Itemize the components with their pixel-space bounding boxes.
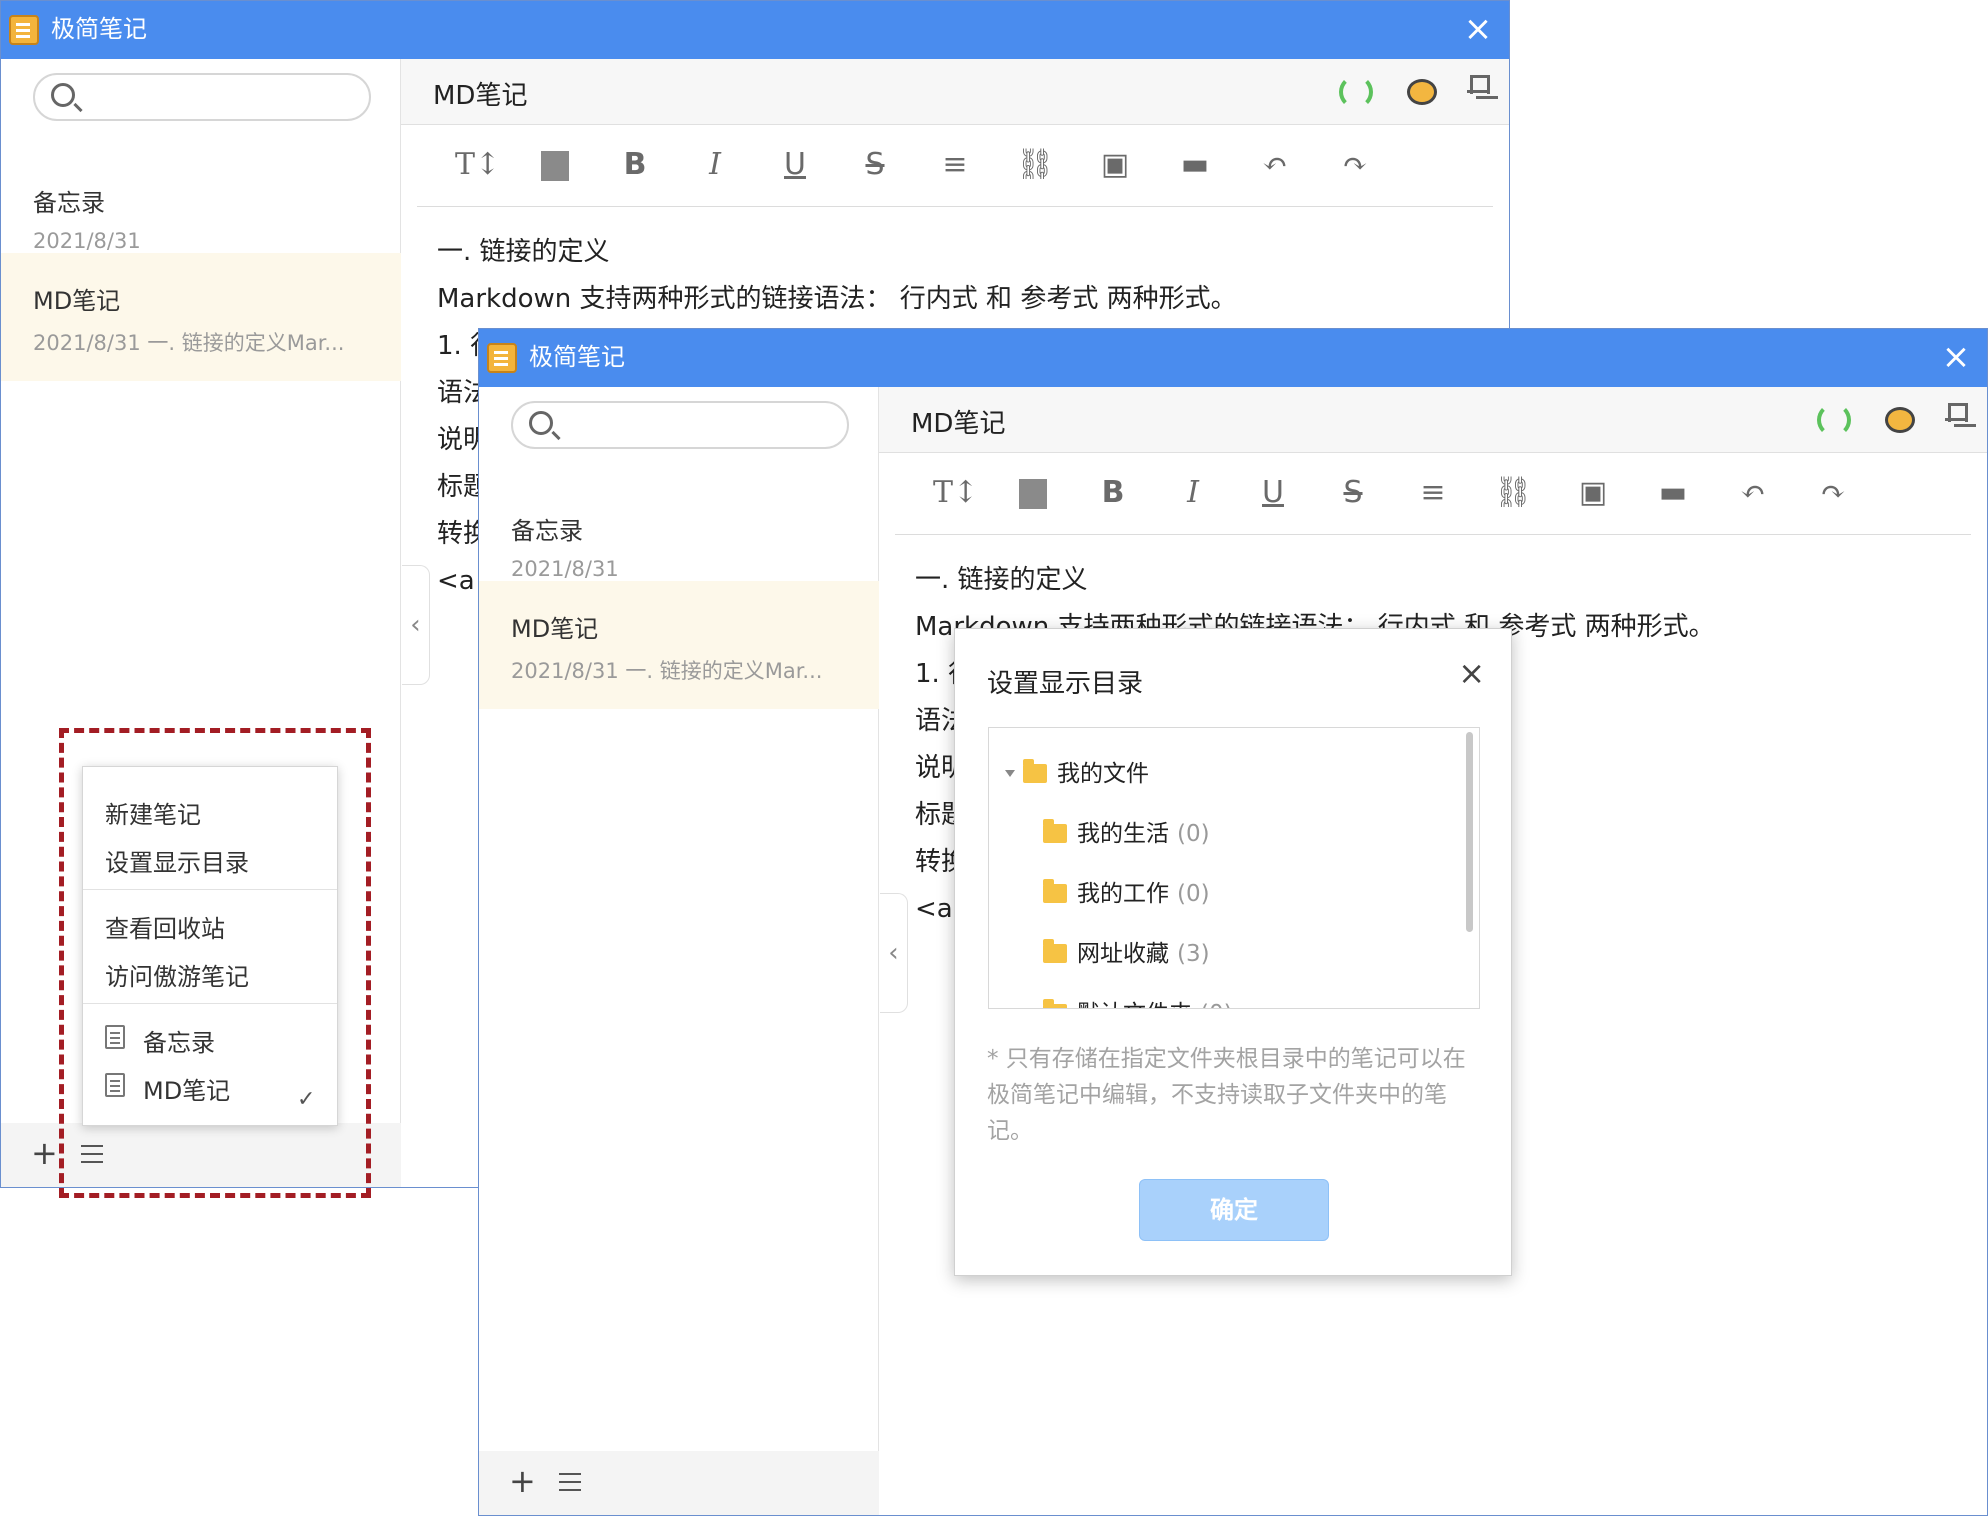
content-line: 一. 链接的定义 xyxy=(437,237,610,267)
undo-icon[interactable]: ↶ xyxy=(1255,145,1295,185)
search-input[interactable] xyxy=(511,401,849,449)
collapse-sidebar-tab[interactable]: ‹ xyxy=(880,893,908,1013)
link-icon[interactable]: ⛓ xyxy=(1493,473,1533,513)
tree-item-root[interactable]: 我的文件 xyxy=(1005,754,1149,788)
folder-tree: 我的文件 我的生活 (0) 我的工作 (0) 网址收藏 (3) 默认文件夹 (0) xyxy=(988,727,1480,1009)
underline-icon[interactable]: U xyxy=(775,145,815,185)
close-icon[interactable]: × xyxy=(1941,340,1971,374)
note-title-header: MD笔记 xyxy=(911,409,1006,439)
note-snippet: 2021/8/31 一. 链接的定义Mar... xyxy=(511,659,823,683)
folder-icon xyxy=(1043,939,1067,963)
close-icon[interactable]: × xyxy=(1463,12,1493,46)
undo-icon[interactable]: ↶ xyxy=(1733,473,1773,513)
collapse-sidebar-tab[interactable]: ‹ xyxy=(402,565,430,685)
strikethrough-icon[interactable]: S xyxy=(1333,473,1373,513)
close-icon[interactable]: × xyxy=(1458,657,1485,689)
scrollbar[interactable] xyxy=(1466,732,1473,932)
menu-list-icon[interactable] xyxy=(559,1473,581,1493)
tree-label: 我的文件 xyxy=(1057,761,1149,787)
dialog-note: * 只有存储在指定文件夹根目录中的笔记可以在极简笔记中编辑，不支持读取子文件夹中… xyxy=(987,1046,1466,1144)
editor-header: MD笔记 xyxy=(879,387,1987,453)
note-title: 备忘录 xyxy=(511,517,583,545)
note-date: 2021/8/31 xyxy=(511,557,619,581)
folder-icon xyxy=(1043,819,1067,843)
underline-icon[interactable]: U xyxy=(1253,473,1293,513)
note-item-selected[interactable]: MD笔记 2021/8/31 一. 链接的定义Mar... xyxy=(1,253,401,381)
highlight-box xyxy=(59,728,371,1198)
note-date: 2021/8/31 xyxy=(33,229,141,253)
note-snippet: 2021/8/31 一. 链接的定义Mar... xyxy=(33,331,345,355)
note-title: MD笔记 xyxy=(511,615,599,643)
pin-icon[interactable] xyxy=(1467,75,1490,103)
titlebar[interactable]: 极简笔记 × xyxy=(479,329,1987,387)
ok-button[interactable]: 确定 xyxy=(1139,1179,1329,1241)
font-size-icon[interactable]: T↕ xyxy=(455,145,500,185)
app-icon xyxy=(487,343,517,373)
add-icon[interactable]: + xyxy=(31,1135,58,1171)
note-item-selected[interactable]: MD笔记 2021/8/31 一. 链接的定义Mar... xyxy=(479,581,879,709)
tree-item[interactable]: 默认文件夹 (0) xyxy=(1043,994,1233,1008)
tree-label: 网址收藏 xyxy=(1077,941,1169,967)
italic-icon[interactable]: I xyxy=(695,145,735,185)
bee-icon[interactable] xyxy=(1885,407,1915,433)
italic-icon[interactable]: I xyxy=(1173,473,1213,513)
sync-icon[interactable] xyxy=(1817,403,1851,437)
set-directory-dialog: 设置显示目录 × 我的文件 我的生活 (0) 我的工作 (0) 网址收藏 (3) 默认… xyxy=(954,628,1512,1276)
window-title: 极简笔记 xyxy=(529,343,625,371)
strikethrough-icon[interactable]: S xyxy=(855,145,895,185)
caret-down-icon[interactable] xyxy=(1005,770,1015,777)
note-title: MD笔记 xyxy=(33,287,121,315)
hr-icon[interactable]: ▬ xyxy=(1653,473,1693,513)
note-title: 备忘录 xyxy=(33,189,105,217)
hr-icon[interactable]: ▬ xyxy=(1175,145,1215,185)
tree-count: (0) xyxy=(1177,821,1210,847)
tree-item[interactable]: 网址收藏 (3) xyxy=(1043,934,1210,968)
folder-icon xyxy=(1043,999,1067,1008)
search-input[interactable] xyxy=(33,73,371,121)
link-icon[interactable]: ⛓ xyxy=(1015,145,1055,185)
image-icon[interactable]: ▣ xyxy=(1095,145,1135,185)
search-icon xyxy=(529,411,553,435)
sidebar-footer: + xyxy=(479,1451,879,1515)
font-size-icon[interactable]: T↕ xyxy=(933,473,978,513)
format-toolbar: T↕ B I U S ≡ ⛓ ▣ ▬ ↶ ↷ xyxy=(417,125,1493,207)
app-icon xyxy=(9,15,39,45)
align-icon[interactable]: ≡ xyxy=(1413,473,1453,513)
sync-icon[interactable] xyxy=(1339,75,1373,109)
tree-item[interactable]: 我的生活 (0) xyxy=(1043,814,1210,848)
tree-label: 我的工作 xyxy=(1077,881,1169,907)
format-toolbar: T↕ B I U S ≡ ⛓ ▣ ▬ ↶ ↷ xyxy=(895,453,1971,535)
tree-count: (0) xyxy=(1200,1001,1233,1008)
align-icon[interactable]: ≡ xyxy=(935,145,975,185)
redo-icon[interactable]: ↷ xyxy=(1813,473,1853,513)
color-icon[interactable] xyxy=(1013,473,1053,513)
tree-label: 我的生活 xyxy=(1077,821,1169,847)
sidebar: 备忘录 2021/8/31 MD笔记 2021/8/31 一. 链接的定义Mar… xyxy=(479,387,879,1515)
tree-count: (3) xyxy=(1177,941,1210,967)
pin-icon[interactable] xyxy=(1945,403,1968,431)
tree-count: (0) xyxy=(1177,881,1210,907)
folder-icon xyxy=(1023,759,1047,783)
note-title-header: MD笔记 xyxy=(433,81,528,111)
add-icon[interactable]: + xyxy=(509,1463,536,1499)
color-icon[interactable] xyxy=(535,145,575,185)
tree-label: 默认文件夹 xyxy=(1077,1001,1192,1008)
search-icon xyxy=(51,83,75,107)
dialog-title: 设置显示目录 xyxy=(987,669,1144,699)
content-line: Markdown 支持两种形式的链接语法： 行内式 和 参考式 两种形式。 xyxy=(437,284,1237,314)
tree-item[interactable]: 我的工作 (0) xyxy=(1043,874,1210,908)
bold-icon[interactable]: B xyxy=(1093,473,1133,513)
bold-icon[interactable]: B xyxy=(615,145,655,185)
folder-icon xyxy=(1043,879,1067,903)
content-line: 一. 链接的定义 xyxy=(915,565,1088,595)
window-title: 极简笔记 xyxy=(51,15,147,43)
titlebar[interactable]: 极简笔记 × xyxy=(1,1,1509,59)
redo-icon[interactable]: ↷ xyxy=(1335,145,1375,185)
editor-header: MD笔记 xyxy=(401,59,1509,125)
bee-icon[interactable] xyxy=(1407,79,1437,105)
image-icon[interactable]: ▣ xyxy=(1573,473,1613,513)
